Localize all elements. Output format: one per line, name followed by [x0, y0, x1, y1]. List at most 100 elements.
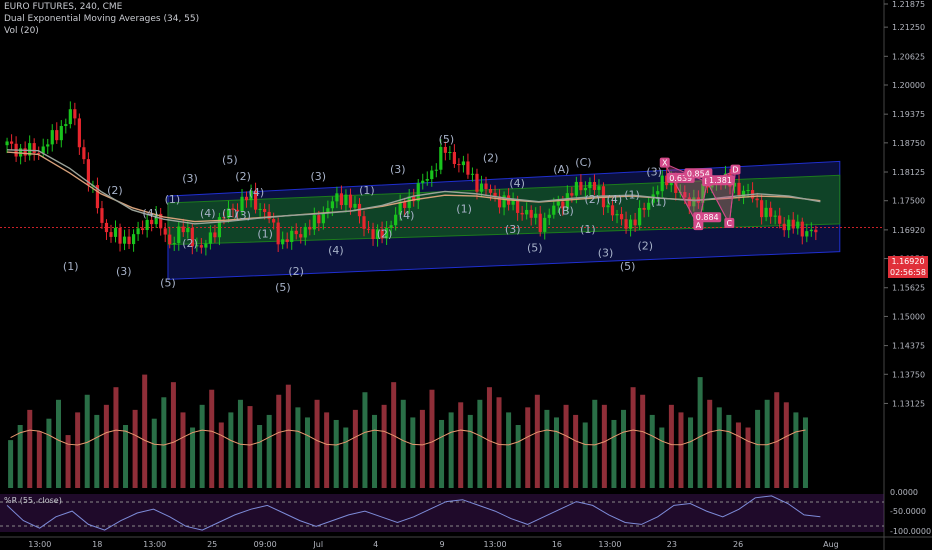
candle-body [68, 109, 72, 125]
candle-body [335, 193, 339, 202]
candle-body [371, 229, 375, 239]
candle-body [344, 194, 348, 206]
volume-bar [362, 392, 368, 488]
price-tick-label: 1.20625 [892, 52, 925, 61]
candle-body [9, 141, 14, 144]
candle-body [312, 215, 316, 230]
volume-bar [477, 399, 483, 488]
candle-body [64, 124, 68, 127]
time-tick-label: 23 [667, 540, 677, 549]
elliott-wave-label: (2) [288, 265, 304, 278]
candle-body [172, 243, 176, 245]
candle-body [814, 229, 818, 233]
volume-bar [486, 387, 492, 488]
candle-body [5, 141, 9, 146]
elliott-wave-label: (4) [328, 244, 344, 257]
volume-bar [496, 397, 502, 488]
price-tick-label: 1.15625 [892, 284, 925, 293]
candle-body [317, 215, 321, 224]
candle-body [145, 219, 149, 231]
harmonic-point-label: D [732, 166, 738, 175]
candle-body [362, 216, 366, 229]
harmonic-ratio-label: 1.381 [709, 176, 732, 185]
candle-body [787, 219, 791, 231]
price-tick-label: 1.17500 [892, 197, 925, 206]
volume-bar [419, 409, 425, 488]
elliott-wave-label: (1) [456, 202, 472, 215]
elliott-wave-label: (3) [182, 172, 198, 185]
candle-body [299, 234, 303, 238]
elliott-wave-label: (B) [558, 205, 574, 218]
price-tick-label: 1.16920 [892, 226, 925, 235]
candle-body [809, 229, 813, 232]
candle-body [421, 180, 425, 184]
candle-body [136, 228, 140, 235]
volume-bar [333, 419, 339, 488]
volume-bar [170, 382, 176, 488]
candle-body [488, 189, 493, 193]
elliott-wave-label: (1) [165, 193, 181, 206]
elliott-wave-label: (2) [235, 170, 251, 183]
elliott-wave-label: (A) [553, 163, 569, 176]
candle-body [82, 147, 86, 160]
elliott-wave-label: (3) [390, 163, 406, 176]
elliott-wave-label: (2) [638, 239, 654, 252]
volume-bar [573, 414, 579, 488]
elliott-wave-label: (4) [399, 209, 415, 222]
elliott-wave-label: (5) [620, 260, 636, 273]
volume-bar [755, 409, 761, 488]
candle-body [470, 173, 475, 175]
candle-body [760, 200, 764, 218]
price-tick-label: 1.20000 [892, 81, 925, 90]
volume-bar [400, 399, 406, 488]
candle-body [628, 219, 633, 229]
candle-body [118, 227, 122, 244]
candle-body [619, 214, 624, 220]
elliott-wave-label: (1) [580, 223, 596, 236]
volume-bar [783, 402, 789, 488]
candle-body [448, 152, 452, 154]
elliott-wave-label: (2) [107, 184, 123, 197]
elliott-wave-label: (4) [509, 177, 525, 190]
price-tick-label: 1.13125 [892, 399, 925, 408]
candle-body [272, 219, 276, 223]
candle-body [755, 198, 759, 201]
candle-body [339, 193, 344, 206]
volume-bar [458, 402, 464, 488]
price-tick-label: 1.18750 [892, 139, 925, 148]
candle-body [199, 245, 203, 248]
time-tick-label: 13:00 [484, 540, 507, 549]
countdown-tag: 02:56:58 [888, 267, 928, 278]
candle-body [520, 212, 524, 215]
candle-body [104, 222, 109, 233]
williams-r-tick-label: -50.0000 [890, 507, 926, 516]
volume-bar [793, 412, 799, 488]
candle-body [303, 226, 307, 238]
candle-body [484, 183, 488, 190]
volume-bar [621, 409, 627, 488]
candle-body [552, 205, 556, 215]
volume-bar [266, 414, 272, 488]
candle-body [588, 182, 592, 189]
elliott-wave-label: (C) [575, 156, 591, 169]
elliott-wave-label: (3) [505, 223, 521, 236]
candle-body [610, 205, 615, 216]
candle-body [258, 208, 262, 210]
candle-body [638, 207, 642, 226]
candle-body [525, 209, 529, 215]
candle-body [141, 228, 145, 231]
candle-body [127, 236, 131, 245]
candle-body [574, 181, 578, 196]
volume-bar [429, 389, 435, 488]
candle-body [321, 213, 325, 224]
harmonic-ratio-label: 0.854 [687, 169, 710, 178]
candle-body [579, 181, 583, 191]
time-tick-label: 4 [373, 540, 378, 549]
volume-bar [515, 425, 521, 488]
candle-body [50, 130, 54, 145]
candle-body [543, 217, 547, 232]
candle-body [457, 164, 461, 166]
williams-r-tick-label: -100.0000 [890, 527, 931, 536]
candle-body [737, 182, 741, 197]
candle-body [534, 213, 538, 218]
